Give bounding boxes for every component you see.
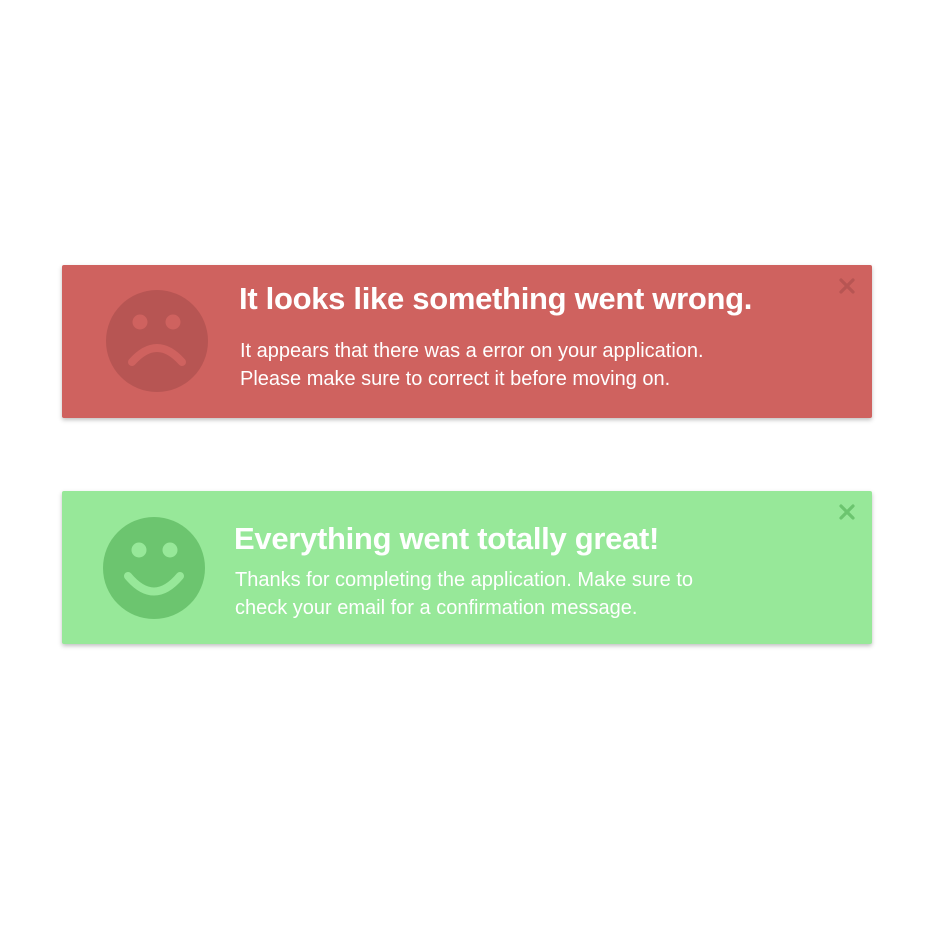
success-message: Thanks for completing the application. M… <box>235 566 775 622</box>
success-title: Everything went totally great! <box>234 521 660 556</box>
error-message-line-1: It appears that there was a error on you… <box>240 340 704 362</box>
error-message-line-2: Please make sure to correct it before mo… <box>240 368 671 390</box>
error-title: It looks like something went wrong. <box>239 281 753 316</box>
sad-face-icon <box>106 290 208 392</box>
close-icon[interactable] <box>838 277 856 295</box>
success-message-line-2: check your email for a confirmation mess… <box>235 597 638 619</box>
success-message-line-1: Thanks for completing the application. M… <box>235 569 694 591</box>
close-icon[interactable] <box>838 503 856 521</box>
error-message: It appears that there was a error on you… <box>240 337 780 393</box>
success-alert: Everything went totally great! Thanks fo… <box>62 491 872 644</box>
happy-face-icon <box>103 517 205 619</box>
error-alert: It looks like something went wrong. It a… <box>62 265 872 418</box>
